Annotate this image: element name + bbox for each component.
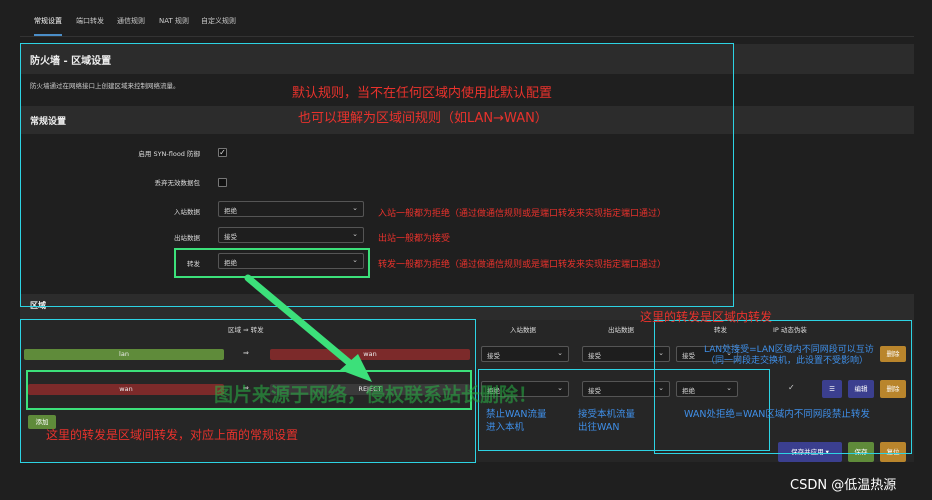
tab-traffic-rules[interactable]: 通信规则 [117, 16, 145, 26]
lan-input-value: 接受 [487, 352, 500, 360]
watermark-text: 图片来源于网络，侵权联系站长删除！ [214, 384, 538, 406]
tab-nat-rules[interactable]: NAT 规则 [159, 16, 189, 26]
tab-custom-rules[interactable]: 自定义规则 [201, 16, 236, 26]
tab-port-forward[interactable]: 端口转发 [76, 16, 104, 26]
annotation-lan-accept-2: （同一网段走交换机，此设置不受影响） [706, 356, 869, 366]
csdn-watermark: CSDN @低温热源 [790, 478, 897, 493]
col-output: 出站数据 [608, 326, 634, 334]
annotation-output: 出站一般都为接受 [378, 234, 451, 244]
annotation-inter-zone: 这里的转发是区域间转发，对应上面的常规设置 [46, 428, 299, 442]
annotation-default-rule-2: 也可以理解为区域间规则（如LAN→WAN） [298, 111, 548, 126]
lan-output-value: 接受 [588, 352, 601, 360]
chevron-down-icon: ⌄ [557, 349, 563, 357]
annotation-default-rule-1: 默认规则，当不在任何区域内使用此默认配置 [292, 86, 553, 101]
annotation-deny-wan-1: 禁止WAN流量 [486, 409, 547, 420]
tab-general[interactable]: 常规设置 [34, 16, 62, 36]
highlight-intra-forward [654, 320, 912, 454]
annotation-accept-out-1: 接受本机流量 [578, 409, 636, 420]
annotation-forward: 转发一般都为拒绝（通过做通信规则或是端口转发来实现指定端口通过） [378, 260, 667, 270]
annotation-wan-reject: WAN处拒绝=WAN区域内不同网段禁止转发 [684, 409, 870, 420]
col-input: 入站数据 [510, 326, 536, 334]
annotation-input: 入站一般都为拒绝（通过做通信规则或是端口转发来实现指定端口通过） [378, 209, 667, 219]
annotation-accept-out-2: 出往WAN [578, 422, 620, 433]
annotation-intra-zone: 这里的转发是区域内转发 [640, 310, 773, 324]
tab-bar: 常规设置 端口转发 通信规则 NAT 规则 自定义规则 [20, 10, 914, 37]
arrow-icon [244, 274, 372, 382]
annotation-deny-wan-2: 进入本机 [486, 422, 525, 433]
lan-input-select[interactable]: 接受 ⌄ [481, 346, 569, 362]
